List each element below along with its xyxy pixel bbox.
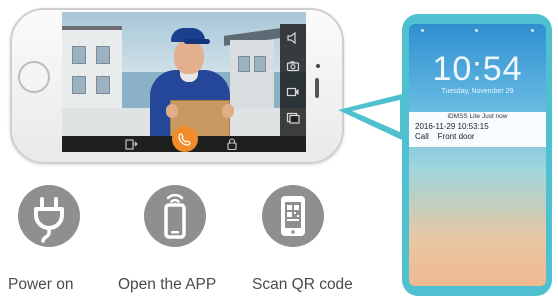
notification-timestamp: 2016-11-29 10:53:15 bbox=[415, 122, 489, 131]
notification-app-name: iDMSS Lite Just now bbox=[447, 113, 508, 120]
courier-hand-left bbox=[166, 104, 178, 118]
phone-camera bbox=[316, 64, 320, 68]
courier-face bbox=[174, 40, 204, 74]
step-open-app bbox=[144, 185, 206, 247]
smartphone-wifi-icon bbox=[164, 193, 186, 239]
side-control-bar bbox=[280, 24, 306, 138]
step-scan-qr bbox=[262, 185, 324, 247]
lock-screen-date: Tuesday, November 29 bbox=[441, 88, 514, 95]
answer-call-icon bbox=[178, 133, 191, 146]
courier-cap-brim bbox=[184, 39, 210, 44]
step-power-on bbox=[18, 185, 80, 247]
step-label-power-on: Power on bbox=[8, 276, 74, 293]
phone-home-button[interactable] bbox=[18, 61, 50, 93]
video-record-icon[interactable] bbox=[286, 86, 300, 98]
camera-icon[interactable] bbox=[286, 60, 300, 72]
live-video-view bbox=[62, 12, 306, 152]
door-unlock-icon[interactable] bbox=[124, 138, 138, 150]
speaker-icon[interactable] bbox=[286, 31, 300, 45]
lock-screen-time: 10:54 bbox=[432, 50, 523, 88]
answer-call-button[interactable] bbox=[172, 126, 198, 152]
lock-icon[interactable] bbox=[225, 138, 239, 151]
power-plug-icon bbox=[34, 197, 64, 243]
notification-message: Call Front door bbox=[415, 132, 475, 141]
courier-hand-right bbox=[222, 104, 234, 118]
step-label-open-app: Open the APP bbox=[118, 276, 217, 293]
album-icon[interactable] bbox=[286, 112, 300, 124]
step-label-scan-qr: Scan QR code bbox=[252, 276, 353, 293]
phone-speaker bbox=[315, 78, 319, 98]
callout-pointer bbox=[338, 70, 402, 180]
qr-code-phone-icon bbox=[281, 196, 305, 236]
